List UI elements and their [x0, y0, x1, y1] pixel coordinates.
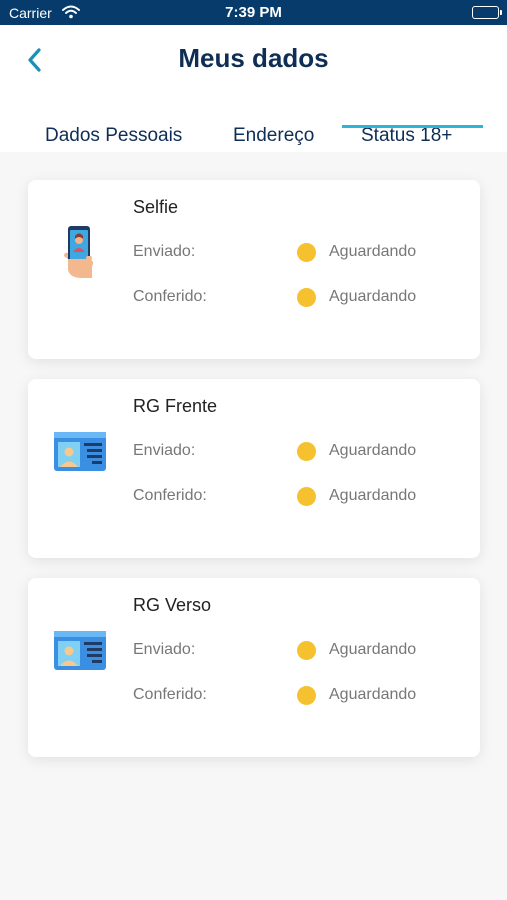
document-card-rg-verso: RG Verso Enviado: Aguardando Conferido: …: [28, 578, 480, 757]
selfie-phone-icon: [64, 226, 94, 278]
card-title: RG Verso: [133, 595, 212, 615]
checked-label: Conferido:: [133, 686, 207, 703]
checked-label: Conferido:: [133, 288, 207, 305]
id-card-front-icon: [54, 432, 106, 471]
card-title: Selfie: [133, 197, 179, 217]
sent-status: Aguardando: [329, 442, 417, 459]
battery-icon: [472, 6, 502, 19]
sent-label: Enviado:: [133, 243, 196, 260]
tab-bar: Dados Pessoais Endereço Status 18+: [0, 125, 507, 153]
header: Meus dados Dados Pessoais Endereço Statu…: [0, 25, 507, 152]
sent-status: Aguardando: [329, 641, 417, 658]
tab-endereco[interactable]: Endereço: [233, 125, 314, 147]
checked-status: Aguardando: [329, 487, 417, 504]
pending-status-dot: [297, 442, 316, 461]
pending-status-dot: [297, 641, 316, 660]
sent-status: Aguardando: [329, 243, 417, 260]
pending-status-dot: [297, 243, 316, 262]
checked-status: Aguardando: [329, 686, 417, 703]
sent-label: Enviado:: [133, 442, 196, 459]
status-bar: Carrier 7:39 PM: [0, 0, 507, 25]
sent-label: Enviado:: [133, 641, 196, 658]
active-tab-indicator: [342, 125, 483, 128]
tab-status-18[interactable]: Status 18+: [361, 125, 452, 147]
id-card-back-icon: [54, 631, 106, 670]
page-title: Meus dados: [178, 43, 329, 73]
tab-dados-pessoais[interactable]: Dados Pessoais: [45, 125, 182, 147]
card-title: RG Frente: [133, 396, 218, 416]
clock: 7:39 PM: [225, 4, 282, 21]
checked-label: Conferido:: [133, 487, 207, 504]
pending-status-dot: [297, 288, 316, 307]
document-card-selfie: Selfie Enviado: Aguardando Conferido: Ag…: [28, 180, 480, 359]
checked-status: Aguardando: [329, 288, 417, 305]
pending-status-dot: [297, 686, 316, 705]
pending-status-dot: [297, 487, 316, 506]
document-card-rg-frente: RG Frente Enviado: Aguardando Conferido:…: [28, 379, 480, 558]
